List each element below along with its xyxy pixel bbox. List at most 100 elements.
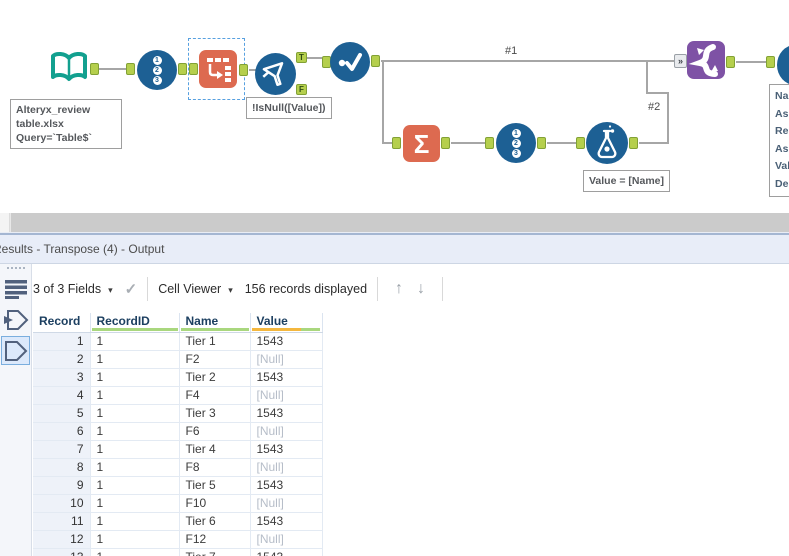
row-number-cell[interactable]: 7 bbox=[33, 440, 91, 459]
table-row[interactable]: 8 1 F8 [Null] bbox=[33, 458, 323, 477]
scrollbar-thumb[interactable] bbox=[11, 213, 789, 232]
transpose-input-anchor[interactable] bbox=[189, 63, 198, 75]
data-cell[interactable]: 1 bbox=[90, 404, 180, 423]
scroll-up-button[interactable]: ↑ bbox=[395, 280, 403, 298]
data-cell[interactable]: [Null] bbox=[250, 422, 323, 441]
data-cell[interactable]: 1543 bbox=[250, 548, 323, 556]
data-cell[interactable]: 1 bbox=[90, 548, 180, 556]
data-cell[interactable]: Tier 4 bbox=[179, 440, 251, 459]
filter-tool[interactable] bbox=[255, 53, 296, 95]
fields-dropdown[interactable]: 3 of 3 Fields ▾ bbox=[33, 282, 113, 296]
row-number-cell[interactable]: 4 bbox=[33, 386, 91, 405]
record-id-1-tool[interactable]: 1 2 3 bbox=[137, 50, 177, 90]
canvas-horizontal-scrollbar[interactable] bbox=[0, 213, 789, 232]
data-cell[interactable]: [Null] bbox=[250, 386, 323, 405]
summarize-tool[interactable]: Σ bbox=[403, 125, 440, 162]
union-tool[interactable] bbox=[687, 41, 725, 79]
data-cell[interactable]: 1 bbox=[90, 440, 180, 459]
row-number-cell[interactable]: 2 bbox=[33, 350, 91, 369]
output-anchor-button[interactable] bbox=[1, 336, 30, 365]
data-cell[interactable]: 1 bbox=[90, 476, 180, 495]
data-cell[interactable]: F6 bbox=[179, 422, 251, 441]
cell-viewer-dropdown[interactable]: Cell Viewer ▾ bbox=[158, 282, 233, 296]
table-row[interactable]: 3 1 Tier 2 1543 bbox=[33, 368, 323, 387]
input-anchor-button[interactable] bbox=[3, 307, 29, 333]
union-output-anchor[interactable] bbox=[726, 56, 735, 68]
data-cell[interactable]: F12 bbox=[179, 530, 251, 549]
data-cell[interactable]: 1 bbox=[90, 422, 180, 441]
transpose-output-anchor[interactable] bbox=[239, 64, 248, 76]
data-cell[interactable]: Tier 2 bbox=[179, 368, 251, 387]
table-row[interactable]: 10 1 F10 [Null] bbox=[33, 494, 323, 513]
formula-tool[interactable] bbox=[586, 122, 628, 164]
formula-input-anchor[interactable] bbox=[576, 137, 585, 149]
column-header-record[interactable]: Record bbox=[33, 313, 91, 333]
data-cell[interactable]: 1 bbox=[90, 458, 180, 477]
grip-handle[interactable] bbox=[7, 267, 9, 269]
input-data-annotation[interactable]: Alteryx_review table.xlsx Query=`Table$` bbox=[10, 99, 122, 149]
data-cell[interactable]: 1 bbox=[90, 494, 180, 513]
formula-annotation[interactable]: Value = [Name] bbox=[583, 170, 670, 192]
table-row[interactable]: 4 1 F4 [Null] bbox=[33, 386, 323, 405]
row-number-cell[interactable]: 9 bbox=[33, 476, 91, 495]
data-cell[interactable]: [Null] bbox=[250, 350, 323, 369]
data-cell[interactable]: 1543 bbox=[250, 440, 323, 459]
scroll-down-button[interactable]: ↓ bbox=[417, 280, 425, 298]
filter-true-anchor[interactable]: T bbox=[296, 52, 307, 63]
data-cell[interactable]: 1543 bbox=[250, 332, 323, 351]
data-cell[interactable]: 1 bbox=[90, 512, 180, 531]
row-number-cell[interactable]: 11 bbox=[33, 512, 91, 531]
table-row[interactable]: 7 1 Tier 4 1543 bbox=[33, 440, 323, 459]
filter-annotation[interactable]: !IsNull([Value]) bbox=[246, 97, 332, 119]
data-cell[interactable]: 1 bbox=[90, 530, 180, 549]
data-cell[interactable]: 1 bbox=[90, 332, 180, 351]
data-cell[interactable]: 1543 bbox=[250, 476, 323, 495]
scrollbar-left-button[interactable] bbox=[0, 213, 10, 232]
column-header-value[interactable]: Value bbox=[250, 313, 323, 333]
row-number-cell[interactable]: 5 bbox=[33, 404, 91, 423]
table-row[interactable]: 5 1 Tier 3 1543 bbox=[33, 404, 323, 423]
input-data-tool[interactable] bbox=[50, 50, 88, 86]
table-row[interactable]: 6 1 F6 [Null] bbox=[33, 422, 323, 441]
table-row[interactable]: 11 1 Tier 6 1543 bbox=[33, 512, 323, 531]
select-output-anchor[interactable] bbox=[371, 55, 380, 67]
data-cell[interactable]: Tier 1 bbox=[179, 332, 251, 351]
row-number-cell[interactable]: 10 bbox=[33, 494, 91, 513]
data-cell[interactable]: F2 bbox=[179, 350, 251, 369]
row-number-cell[interactable]: 6 bbox=[33, 422, 91, 441]
transpose-tool[interactable] bbox=[199, 50, 237, 88]
data-cell[interactable]: 1 bbox=[90, 368, 180, 387]
union-input-anchor[interactable]: » bbox=[674, 54, 687, 68]
data-cell[interactable]: 1 bbox=[90, 350, 180, 369]
record-id-1-input-anchor[interactable] bbox=[126, 63, 135, 75]
column-header-recordid[interactable]: RecordID bbox=[90, 313, 180, 333]
data-cell[interactable]: [Null] bbox=[250, 530, 323, 549]
data-cell[interactable]: F4 bbox=[179, 386, 251, 405]
table-row[interactable]: 131Tier 71543 bbox=[33, 548, 323, 556]
data-cell[interactable]: Tier 3 bbox=[179, 404, 251, 423]
input-data-output-anchor[interactable] bbox=[90, 63, 99, 75]
select-tool[interactable] bbox=[330, 42, 370, 82]
data-cell[interactable]: [Null] bbox=[250, 494, 323, 513]
row-number-cell[interactable]: 13 bbox=[33, 548, 91, 556]
record-id-2-tool[interactable]: 1 2 3 bbox=[496, 123, 536, 163]
row-number-cell[interactable]: 8 bbox=[33, 458, 91, 477]
record-id-2-input-anchor[interactable] bbox=[485, 137, 494, 149]
data-cell[interactable]: F8 bbox=[179, 458, 251, 477]
record-id-1-output-anchor[interactable] bbox=[178, 63, 187, 75]
data-cell[interactable]: Tier 5 bbox=[179, 476, 251, 495]
data-cell[interactable]: Tier 6 bbox=[179, 512, 251, 531]
table-row[interactable]: 12 1 F12 [Null] bbox=[33, 530, 323, 549]
data-cell[interactable]: 1543 bbox=[250, 404, 323, 423]
data-cell[interactable]: F10 bbox=[179, 494, 251, 513]
formula-output-anchor[interactable] bbox=[629, 137, 638, 149]
summarize-input-anchor[interactable] bbox=[392, 137, 401, 149]
apply-check-icon[interactable]: ✓ bbox=[125, 280, 138, 298]
summarize-output-anchor[interactable] bbox=[441, 137, 450, 149]
data-cell[interactable]: 1 bbox=[90, 386, 180, 405]
table-row[interactable]: 9 1 Tier 5 1543 bbox=[33, 476, 323, 495]
data-cell[interactable]: 1543 bbox=[250, 368, 323, 387]
table-row[interactable]: 1 1 Tier 1 1543 bbox=[33, 332, 323, 351]
data-cell[interactable]: 1543 bbox=[250, 512, 323, 531]
record-id-2-output-anchor[interactable] bbox=[537, 137, 546, 149]
